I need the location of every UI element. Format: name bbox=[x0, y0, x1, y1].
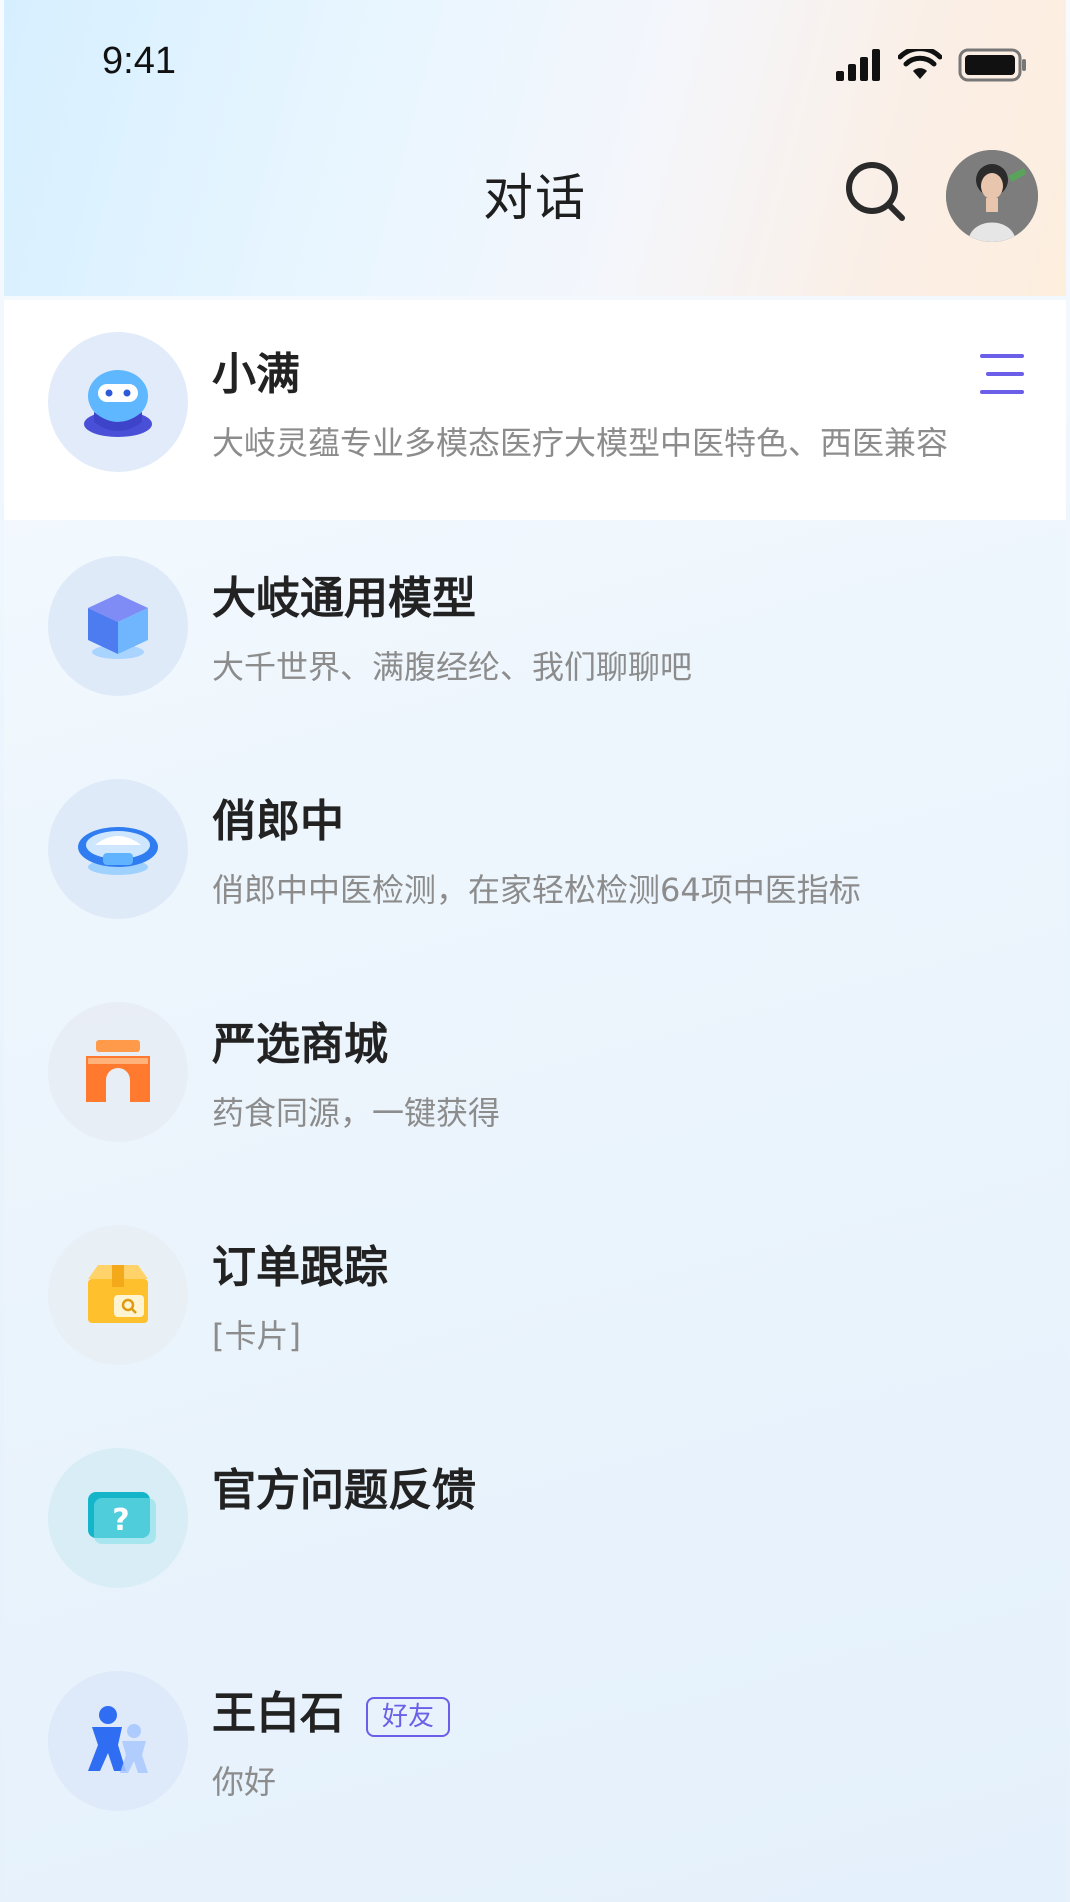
status-icons bbox=[836, 48, 1028, 82]
menu-button[interactable] bbox=[978, 352, 1026, 396]
robot-icon bbox=[48, 332, 188, 472]
conversation-item-order-tracking[interactable]: 订单跟踪 [卡片] bbox=[4, 1193, 1066, 1413]
user-avatar-icon bbox=[946, 150, 1038, 242]
conversation-name: 王白石 bbox=[212, 1688, 344, 1739]
conversation-subtitle: 药食同源，一键获得 bbox=[212, 1094, 501, 1132]
conversation-name: 俏郎中 bbox=[212, 796, 344, 847]
header: 9:41 对话 bbox=[4, 0, 1066, 296]
user-avatar-button[interactable] bbox=[946, 150, 1038, 242]
shop-icon bbox=[48, 1002, 188, 1142]
question-monitor-icon: ? bbox=[48, 1448, 188, 1588]
wifi-icon bbox=[898, 49, 942, 79]
cube-icon bbox=[48, 556, 188, 696]
conversation-name: 小满 bbox=[212, 349, 300, 400]
svg-text:?: ? bbox=[112, 1503, 129, 1538]
conversation-name: 大岐通用模型 bbox=[212, 573, 476, 624]
conversation-subtitle: 你好 bbox=[212, 1763, 277, 1801]
conversation-subtitle: 俏郎中中医检测，在家轻松检测64项中医指标 bbox=[212, 871, 861, 909]
conversation-subtitle: [卡片] bbox=[212, 1317, 301, 1355]
conversation-item-xiaoman[interactable]: 小满 大岐灵蕴专业多模态医疗大模型中医特色、西医兼容 bbox=[4, 300, 1066, 520]
conversation-subtitle: 大岐灵蕴专业多模态医疗大模型中医特色、西医兼容 bbox=[212, 424, 949, 462]
friend-badge: 好友 bbox=[366, 1697, 451, 1737]
conversation-item-general-model[interactable]: 大岐通用模型 大千世界、满腹经纶、我们聊聊吧 bbox=[4, 524, 1066, 744]
conversation-item-friend[interactable]: 王白石 好友 你好 bbox=[4, 1639, 1066, 1859]
conversation-item-qiaolangzhong[interactable]: 俏郎中 俏郎中中医检测，在家轻松检测64项中医指标 bbox=[4, 747, 1066, 967]
search-icon bbox=[846, 162, 905, 221]
screen: 9:41 对话 小满 大岐灵蕴专业多模态医疗大模型中医特色、西医兼容 大岐通用模… bbox=[4, 0, 1066, 1902]
menu-icon bbox=[980, 354, 1024, 394]
status-time: 9:41 bbox=[102, 40, 176, 82]
conversation-item-feedback[interactable]: ? 官方问题反馈 bbox=[4, 1416, 1066, 1636]
signal-icon bbox=[836, 49, 880, 81]
conversation-name: 官方问题反馈 bbox=[212, 1465, 476, 1516]
battery-icon bbox=[958, 48, 1026, 82]
conversation-subtitle: 大千世界、满腹经纶、我们聊聊吧 bbox=[212, 648, 693, 686]
conversation-item-mall[interactable]: 严选商城 药食同源，一键获得 bbox=[4, 970, 1066, 1190]
package-icon bbox=[48, 1225, 188, 1365]
search-button[interactable] bbox=[844, 160, 908, 224]
conversation-name: 订单跟踪 bbox=[212, 1242, 388, 1293]
ring-device-icon bbox=[48, 779, 188, 919]
conversation-name: 严选商城 bbox=[212, 1019, 388, 1070]
friend-avatar-icon bbox=[48, 1671, 188, 1811]
